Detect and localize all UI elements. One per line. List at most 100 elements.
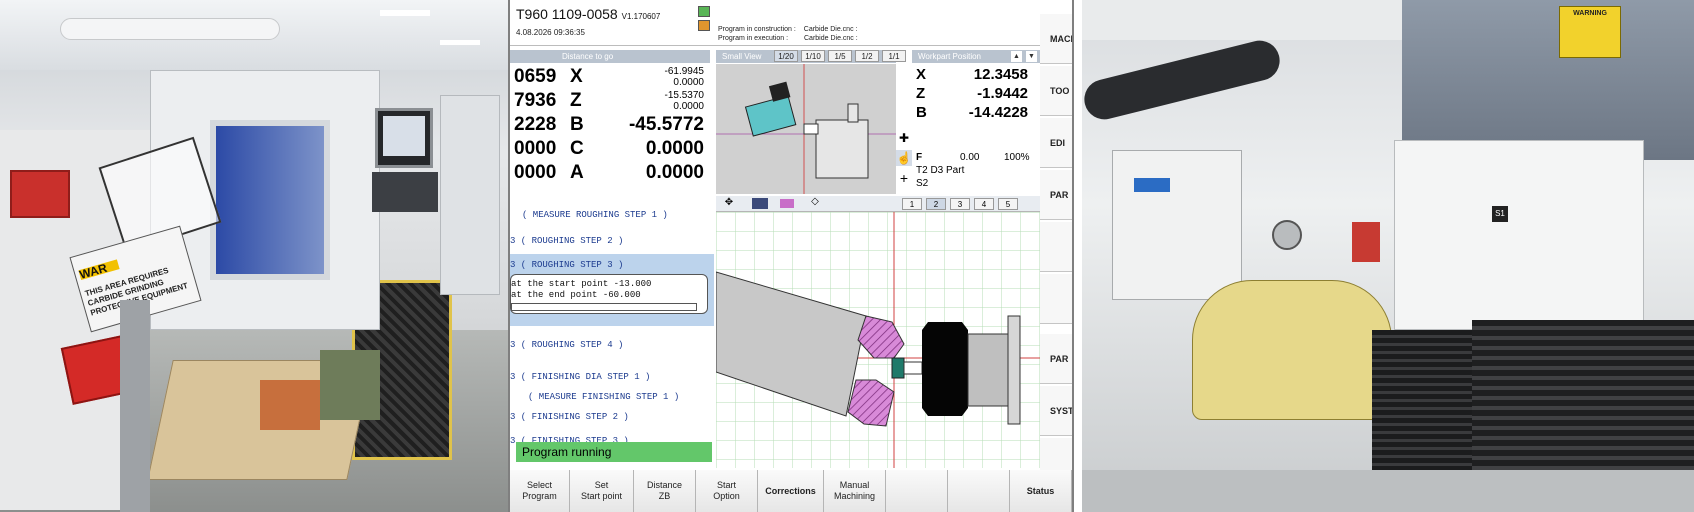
distance-row-b: 2228 B -45.5772: [510, 114, 710, 138]
tool-view-icon[interactable]: [780, 199, 794, 208]
program-construction-label: Program in construction :: [718, 26, 796, 33]
softkey-corrections[interactable]: Corrections: [758, 470, 824, 512]
warning-label: WARNING: [1559, 6, 1621, 58]
program-line[interactable]: 3 ( ROUGHING STEP 2 ): [510, 236, 623, 246]
machine-pos-x: 0659: [514, 66, 557, 87]
right-machine-photo: WARNING S1: [1082, 0, 1694, 512]
program-line[interactable]: 3 ( FINISHING STEP 2 ): [510, 412, 629, 422]
softkey-line1: Distance: [646, 480, 682, 490]
softkey-blank-1[interactable]: [886, 470, 948, 512]
dialog-end-point: at the end point -60.000: [511, 290, 641, 300]
warning-label-text: WARNING: [1573, 10, 1607, 17]
small-view-workpiece: [815, 119, 869, 179]
chuck: [922, 322, 968, 416]
program-execution-label: Program in execution :: [718, 35, 789, 42]
machine-view-icon[interactable]: [752, 198, 768, 209]
softkey-blank-2[interactable]: [948, 470, 1010, 512]
distance-row-c: 0000 C 0.0000: [510, 138, 710, 162]
softkey-manual-machining[interactable]: Manual Machining: [824, 470, 886, 512]
arrow-up-icon[interactable]: ▲: [1011, 51, 1022, 62]
program-line[interactable]: ( MEASURE FINISHING STEP 1 ): [528, 392, 679, 402]
softkey-start-option[interactable]: Start Option: [696, 470, 758, 512]
workhead-body: [967, 333, 1009, 407]
axis-label-z: Z: [570, 90, 582, 111]
current-block-highlight: 3 ( ROUGHING STEP 3 ) at the start point…: [510, 254, 714, 326]
crosshair-icon[interactable]: ✚: [896, 130, 912, 146]
zoom-tab-1-20[interactable]: 1/20: [774, 50, 798, 62]
softkey-line2: Option: [713, 491, 740, 501]
dialog-start-point: at the start point -13.000: [511, 279, 652, 289]
side-key-edit[interactable]: EDI: [1040, 118, 1072, 168]
program-construction: Program in construction : Carbide Die.cn…: [718, 26, 857, 33]
softkey-distance-zb[interactable]: Distance ZB: [634, 470, 696, 512]
workpart-x-value: 12.3458: [973, 66, 1028, 83]
softkey-line2: ZB: [658, 491, 671, 501]
red-collet: [1352, 222, 1380, 262]
parts-tray-orange: [260, 380, 320, 430]
side-key-machine[interactable]: MACI: [1040, 14, 1072, 64]
softkey-line2: Program: [522, 491, 557, 501]
side-key-system[interactable]: SYST: [1040, 386, 1072, 436]
program-construction-value: Carbide Die.cnc :: [803, 26, 858, 33]
measure-dialog: at the start point -13.000 at the end po…: [510, 274, 708, 314]
software-version: V1.170607: [621, 12, 661, 21]
side-key-parameters[interactable]: PAR: [1040, 170, 1072, 220]
distance-x-offset: 0.0000: [673, 77, 704, 88]
side-key-blank-1[interactable]: [1040, 222, 1072, 272]
side-key-blank-2[interactable]: [1040, 274, 1072, 324]
date-time: 4.08.2026 09:36:35: [516, 28, 585, 37]
distance-x-value: -61.9945: [664, 66, 704, 77]
program-list: ( MEASURE ROUGHING STEP 1 ) 3 ( ROUGHING…: [510, 198, 714, 466]
workpart-title-text: Workpart Position: [918, 52, 981, 61]
spindle-info: S2: [916, 178, 929, 189]
machine-pos-z: 7936: [514, 90, 557, 111]
view-tab-4[interactable]: 4: [974, 198, 994, 210]
view-tab-2[interactable]: 2: [926, 198, 946, 210]
spindle-nose: [903, 361, 923, 375]
softkey-label: Select Program: [522, 480, 557, 502]
softkey-label: Status: [1027, 486, 1055, 497]
big-view-canvas: [716, 212, 1040, 468]
spindle-center: [1272, 220, 1302, 250]
distance-panel: 0659 X -61.9945 0.0000 7936 Z -15.5370 0…: [510, 64, 710, 194]
workpart-b-value: -14.4228: [968, 104, 1028, 121]
zoom-tab-1-5[interactable]: 1/5: [828, 50, 852, 62]
plus-icon[interactable]: +: [896, 170, 912, 186]
dialog-progress-bar: [511, 303, 697, 311]
view-tab-3[interactable]: 3: [950, 198, 970, 210]
view-tab-5[interactable]: 5: [998, 198, 1018, 210]
softkey-label: Manual Machining: [834, 480, 875, 502]
machine-door-window: [210, 120, 330, 280]
softkey-line1: Status: [1026, 485, 1055, 496]
softkey-set-start-point[interactable]: Set Start point: [570, 470, 634, 512]
softkey-label: Set Start point: [581, 480, 622, 502]
arrow-down-icon[interactable]: ▼: [1026, 51, 1037, 62]
distance-row-x: 0659 X -61.9945 0.0000: [510, 66, 710, 90]
workpart-z-value: -1.9442: [977, 85, 1028, 102]
diamond-icon[interactable]: ◇: [808, 196, 822, 210]
machine-head-housing: [1402, 0, 1694, 160]
program-line-active[interactable]: 3 ( ROUGHING STEP 3 ): [510, 260, 623, 270]
zoom-tab-1-2[interactable]: 1/2: [855, 50, 879, 62]
softkey-line1: Corrections: [765, 485, 816, 496]
softkey-select-program[interactable]: Select Program: [510, 470, 570, 512]
zoom-tab-1-10[interactable]: 1/10: [801, 50, 825, 62]
softkey-line1: Manual: [839, 480, 870, 490]
side-key-tool[interactable]: TOO: [1040, 66, 1072, 116]
hand-pan-icon[interactable]: ☝: [896, 150, 912, 166]
blue-connectors: [1134, 178, 1170, 192]
workpart-axis-b: B: [916, 104, 927, 121]
machine-pos-a: 0000: [514, 162, 557, 183]
tool-info: T2 D3 Part: [916, 165, 965, 176]
side-key-parts[interactable]: PAR: [1040, 334, 1072, 384]
move-icon[interactable]: ✥: [720, 197, 738, 210]
zoom-tab-1-1[interactable]: 1/1: [882, 50, 906, 62]
program-line[interactable]: 3 ( FINISHING DIA STEP 1 ): [510, 372, 650, 382]
softkey-status[interactable]: Status: [1010, 470, 1072, 512]
softkey-line2: Start point: [580, 491, 623, 501]
program-line[interactable]: ( MEASURE ROUGHING STEP 1 ): [522, 210, 668, 220]
program-line[interactable]: 3 ( ROUGHING STEP 4 ): [510, 340, 623, 350]
machine-pos-b: 2228: [514, 114, 557, 135]
warning-sign-title: WAR: [78, 259, 120, 282]
view-tab-1[interactable]: 1: [902, 198, 922, 210]
